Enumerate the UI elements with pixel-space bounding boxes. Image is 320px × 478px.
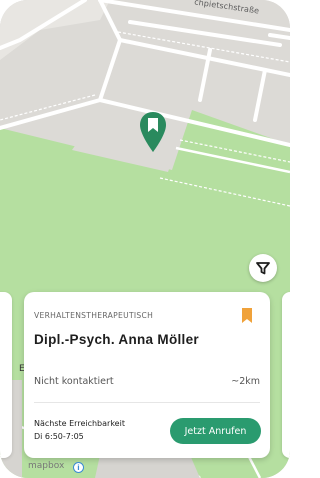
availability-time: Di 6:50-7:05 — [34, 432, 84, 441]
call-now-button[interactable]: Jetzt Anrufen — [170, 418, 261, 444]
bookmark-button[interactable] — [240, 307, 254, 325]
therapist-card[interactable]: VERHALTENSTHERAPEUTISCH Dipl.-Psych. Ann… — [24, 292, 270, 458]
filter-funnel-icon — [256, 262, 270, 275]
bookmark-icon — [242, 308, 252, 323]
map-marker-bookmark-icon[interactable] — [138, 110, 168, 154]
info-icon[interactable]: i — [73, 462, 84, 473]
contact-status: Nicht kontaktiert — [34, 376, 114, 387]
therapist-name: Dipl.-Psych. Anna Möller — [34, 332, 199, 347]
filter-button[interactable] — [249, 254, 277, 282]
availability-label: Nächste Erreichbarkeit — [34, 419, 125, 428]
therapy-category: VERHALTENSTHERAPEUTISCH — [34, 311, 154, 320]
mapbox-attribution-logo[interactable]: mapbox — [28, 461, 64, 471]
next-result-card[interactable] — [282, 292, 290, 458]
distance-label: ~2km — [231, 376, 260, 387]
map-screen: chpietschstraße E VERHALTENSTHERAPEUTISC… — [0, 0, 290, 478]
previous-result-card[interactable] — [0, 292, 12, 458]
card-divider — [34, 402, 260, 403]
